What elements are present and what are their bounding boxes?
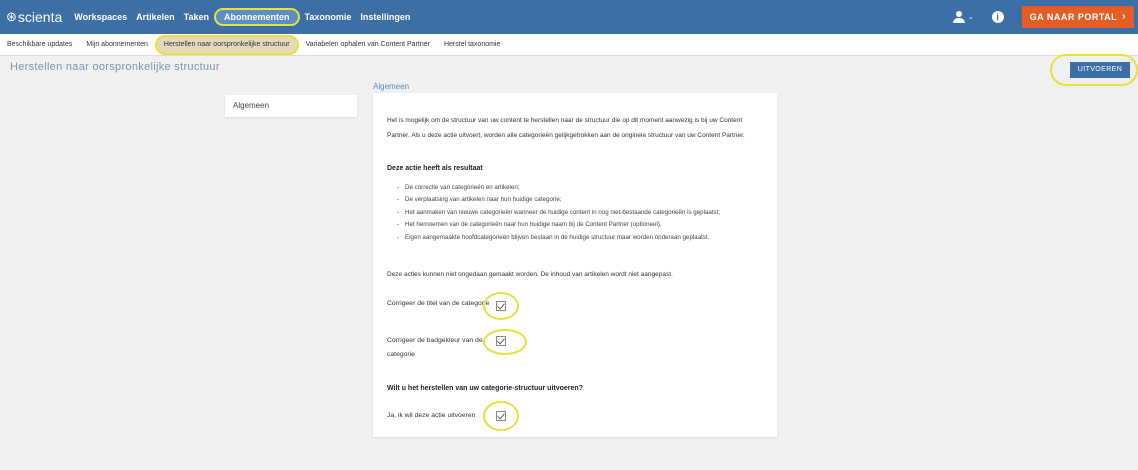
- chevron-down-icon: ⌄: [967, 14, 974, 21]
- confirm-label: Ja, ik wil deze actie uitvoeren: [387, 412, 476, 419]
- list-item: Het aanmaken van nieuwe categorieën wann…: [397, 207, 769, 220]
- section-heading: Algemeen: [373, 82, 410, 91]
- nav-instellingen[interactable]: Instellingen: [356, 9, 414, 25]
- option-title-label: Corrigeer de titel van de categorie: [387, 300, 490, 307]
- user-icon: [952, 11, 965, 23]
- page-title: Herstellen naar oorspronkelijke structuu…: [10, 61, 220, 73]
- checkmark-icon: [497, 411, 505, 420]
- scienta-logo[interactable]: ⊛ scienta: [0, 9, 62, 25]
- go-to-portal-button[interactable]: GA NAAR PORTAL ›: [1021, 6, 1134, 28]
- result-heading: Deze actie heeft als resultaat: [387, 165, 483, 172]
- checkmark-icon: [497, 301, 505, 310]
- content-card: Het is mogelijk om de structuur van uw c…: [373, 93, 777, 437]
- section-menu-item-algemeen[interactable]: Algemeen: [225, 95, 357, 117]
- logo-text: scienta: [17, 9, 63, 25]
- logo-swirl-icon: ⊛: [6, 9, 17, 24]
- list-item: De verplaatsing van artikelen naar hun h…: [397, 194, 769, 207]
- tab-beschikbare-updates[interactable]: Beschikbare updates: [0, 34, 79, 56]
- result-list: De correctie van categorieën en artikele…: [397, 182, 769, 244]
- option-title-checkbox[interactable]: [496, 301, 506, 311]
- tab-variabelen-ophalen[interactable]: Variabelen ophalen van Content Partner: [299, 34, 437, 56]
- confirm-checkbox[interactable]: [496, 411, 506, 421]
- sub-navigation: Beschikbare updates Mijn abonnementen He…: [0, 34, 1138, 56]
- nav-right-actions: ⌄ i GA NAAR PORTAL ›: [952, 0, 1138, 34]
- intro-text: Het is mogelijk om de structuur van uw c…: [387, 117, 745, 139]
- list-item: De correctie van categorieën en artikele…: [397, 182, 769, 195]
- confirm-heading: Wilt u het herstellen van uw categorie-s…: [387, 385, 583, 392]
- chevron-right-icon: ›: [1122, 11, 1126, 22]
- top-navigation: ⊛ scienta Workspaces Artikelen Taken Abo…: [0, 0, 1138, 34]
- option-badge-checkbox[interactable]: [496, 336, 506, 346]
- list-item: Eigen aangemaakte hoofdcategorieën blijv…: [397, 232, 769, 245]
- nav-taxonomie[interactable]: Taxonomie: [301, 9, 356, 25]
- go-to-portal-label: GA NAAR PORTAL: [1029, 12, 1118, 22]
- info-icon[interactable]: i: [991, 11, 1004, 23]
- tab-mijn-abonnementen[interactable]: Mijn abonnementen: [79, 34, 155, 56]
- nav-abonnementen[interactable]: Abonnementen: [214, 8, 300, 26]
- tab-herstel-taxonomie[interactable]: Herstel taxonomie: [437, 34, 507, 56]
- option-badge-label: Corrigeer de badgekleur van de categorie: [387, 337, 483, 358]
- nav-artikelen[interactable]: Artikelen: [132, 9, 179, 25]
- checkmark-icon: [497, 336, 505, 345]
- nav-workspaces[interactable]: Workspaces: [70, 9, 131, 25]
- tab-herstellen-structuur[interactable]: Herstellen naar oorspronkelijke structuu…: [154, 34, 299, 55]
- nav-taken[interactable]: Taken: [180, 9, 213, 25]
- list-item: Het hernoemen van de categorieën naar hu…: [397, 219, 769, 232]
- user-menu[interactable]: ⌄: [952, 11, 974, 23]
- run-button[interactable]: UITVOEREN: [1070, 62, 1130, 78]
- undo-note: Deze acties kunnen niet ongedaan gemaakt…: [387, 271, 673, 278]
